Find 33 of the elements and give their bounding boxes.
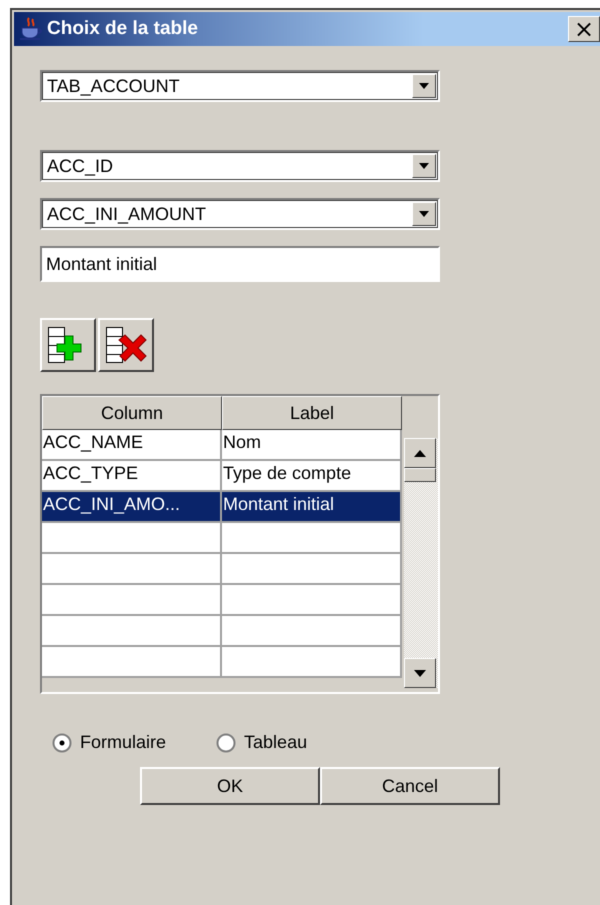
scroll-down-button[interactable] — [404, 658, 436, 688]
table-cell: ACC_TYPE — [42, 461, 222, 492]
radio-indicator[interactable] — [216, 732, 236, 752]
scroll-thumb[interactable] — [404, 468, 436, 482]
up-arrow-icon — [414, 450, 426, 456]
window-title: Choix de la table — [47, 18, 199, 40]
radio-indicator[interactable] — [52, 732, 72, 752]
table-row[interactable]: ACC_INI_AMO... Montant initial — [42, 492, 402, 523]
table-cell: Montant initial — [222, 492, 402, 523]
delete-row-icon — [105, 326, 147, 364]
coffee-cup-icon — [18, 16, 44, 42]
delete-row-button[interactable] — [98, 318, 154, 372]
down-arrow-icon — [414, 670, 426, 676]
add-row-button[interactable] — [40, 318, 96, 372]
scroll-up-button[interactable] — [404, 438, 436, 468]
column-dropdown[interactable]: ACC_ID — [40, 150, 440, 182]
scrollbar[interactable] — [404, 438, 438, 688]
label-column-dropdown[interactable]: ACC_INI_AMOUNT — [40, 198, 440, 230]
view-radio[interactable]: Formulaire — [52, 732, 166, 753]
dialog-button[interactable]: Cancel — [320, 767, 500, 805]
table-cell: ACC_INI_AMO... — [42, 492, 222, 523]
view-radio[interactable]: Tableau — [216, 732, 308, 753]
table-cell: ACC_NAME — [42, 430, 222, 461]
table-dropdown[interactable]: TAB_ACCOUNT — [40, 70, 440, 102]
table-row[interactable]: ACC_TYPE Type de compte — [42, 461, 402, 492]
column-header[interactable]: Column — [42, 396, 222, 430]
dialog-button[interactable]: OK — [140, 767, 320, 805]
column-header[interactable]: Label — [222, 396, 402, 430]
label-field[interactable]: Montant initial — [40, 246, 440, 282]
table-row[interactable]: ACC_NAME Nom — [42, 430, 402, 461]
close-button[interactable]: × — [568, 16, 600, 42]
table-cell: Nom — [222, 430, 402, 461]
table-cell: Type de compte — [222, 461, 402, 492]
